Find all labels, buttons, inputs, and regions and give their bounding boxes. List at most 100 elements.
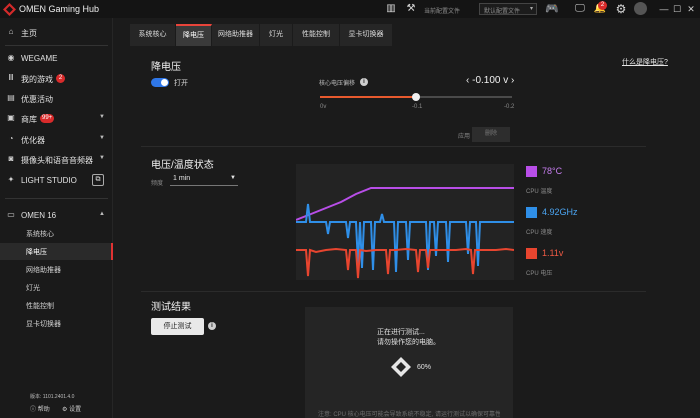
minimize-icon[interactable]: — xyxy=(657,2,671,16)
toggle-label: 打开 xyxy=(174,80,188,87)
sidebar-item-my-games[interactable]: Ⅲ 我的游戏 2 xyxy=(0,69,113,89)
cpu-voltage-value: 1.11v xyxy=(542,248,564,258)
footer-note: 注意: CPU 核心电压可能会导致系统不稳定, 请运行测试以确保可靠性。 xyxy=(318,412,500,418)
games-badge: 2 xyxy=(56,74,65,83)
offset-slider-fill xyxy=(320,96,416,98)
chevron-up-icon: ▲ xyxy=(99,211,105,217)
offset-slider-track[interactable] xyxy=(320,93,512,101)
help-icon: ⓘ xyxy=(30,407,37,413)
notification-badge: 2 xyxy=(598,1,607,10)
sub-item-label: 网络助推器 xyxy=(26,267,61,274)
monitor-icon[interactable]: 🖵 xyxy=(573,2,587,16)
sub-item-label: 系统核心 xyxy=(26,231,54,238)
settings-icon: ⚙ xyxy=(62,407,68,413)
app-title: OMEN Gaming Hub xyxy=(19,4,100,14)
sidebar-item-optimizer[interactable]: ◔ 优化器 ▼ xyxy=(0,130,113,150)
version-text: 版本: 1101.2401.4.0 xyxy=(30,394,75,400)
store-toolbar-icon[interactable]: ⚒ xyxy=(404,2,418,16)
tab-lighting[interactable]: 灯光 xyxy=(260,24,293,46)
promotion-icon: ▤ xyxy=(7,93,15,102)
tab-gpu-switch[interactable]: 显卡切换器 xyxy=(340,24,393,46)
optimizer-icon: ◔ xyxy=(8,134,14,143)
test-title: 测试结果 xyxy=(151,302,191,313)
device-name: OMEN 16 xyxy=(21,211,57,220)
avatar[interactable] xyxy=(634,2,647,15)
divider xyxy=(5,198,108,199)
help-link[interactable]: ⓘ 帮助 xyxy=(30,404,50,413)
increment-icon[interactable]: › xyxy=(511,75,514,86)
what-is-undervolt-link[interactable]: 什么是降电压? xyxy=(622,57,668,67)
sidebar-sub-undervolt[interactable]: 降电压 xyxy=(0,243,113,260)
info-icon[interactable]: i xyxy=(360,78,368,86)
cpu-temp-label: CPU 温度 xyxy=(526,189,553,195)
store-icon: ▣ xyxy=(7,113,15,122)
delete-button[interactable]: 删除 xyxy=(472,127,510,142)
freq-select[interactable]: 1 min ▼ xyxy=(170,174,238,186)
library-icon: Ⅲ xyxy=(8,73,14,82)
freq-select-value: 1 min xyxy=(173,175,191,182)
config-label: 当前配置文件 xyxy=(424,9,461,15)
sidebar-sub-gpu-switch[interactable]: 显卡切换器 xyxy=(0,315,113,332)
tab-network-booster[interactable]: 网络助推器 xyxy=(212,24,260,46)
sub-item-label: 显卡切换器 xyxy=(26,321,61,328)
camera-icon: ◙ xyxy=(8,154,14,163)
sidebar-item-store[interactable]: ▣ 商库 99+ ▼ xyxy=(0,109,113,129)
maximize-icon[interactable]: ☐ xyxy=(670,2,684,16)
do-not-operate-text: 请勿操作您的电脑。 xyxy=(377,339,440,346)
chevron-down-icon: ▾ xyxy=(529,6,533,12)
sidebar-item-label: WEGAME xyxy=(21,54,58,63)
sub-item-label: 灯光 xyxy=(26,285,40,292)
sidebar-sub-network-booster[interactable]: 网络助推器 xyxy=(0,261,113,278)
sidebar-item-camera-audio[interactable]: ◙ 摄像头和语音音频器 ▼ xyxy=(0,150,113,170)
test-progress-panel: 正在进行测试... 请勿操作您的电脑。 60% xyxy=(305,307,513,418)
sidebar-item-label: 优惠活动 xyxy=(21,95,53,104)
status-title: 电压/温度状态 xyxy=(151,160,214,171)
gamepad-icon[interactable]: 🎮 xyxy=(545,2,559,16)
cpu-voltage-label: CPU 电压 xyxy=(526,271,553,277)
legend-swatch-voltage xyxy=(526,248,537,259)
legend-swatch-temp xyxy=(526,166,537,177)
sidebar-item-light-studio[interactable]: ✦ LIGHT STUDIO ⧉ xyxy=(0,171,113,191)
divider xyxy=(5,45,108,46)
gear-icon[interactable]: ⚙ xyxy=(614,2,628,16)
sidebar-item-label: 商库 xyxy=(21,115,37,124)
sidebar-sub-performance[interactable]: 性能控制 xyxy=(0,297,113,314)
freq-label: 频度 xyxy=(151,181,164,187)
sidebar-item-label: LIGHT STUDIO xyxy=(21,176,77,185)
decrement-icon[interactable]: ‹ xyxy=(466,75,469,86)
sidebar-item-wegame[interactable]: ◉ WEGAME xyxy=(0,49,113,69)
slider-tick-max: -0.2 xyxy=(504,104,515,110)
toggle-knob xyxy=(161,79,168,86)
settings-link[interactable]: ⚙ 设置 xyxy=(62,404,81,413)
chevron-down-icon: ▼ xyxy=(99,114,105,120)
cpu-temp-value: 78°C xyxy=(542,166,563,176)
stop-test-button[interactable]: 停止测试 xyxy=(151,318,204,335)
legend-swatch-speed xyxy=(526,207,537,218)
laptop-icon: ▭ xyxy=(7,210,15,219)
undervolt-toggle[interactable] xyxy=(151,78,169,87)
sidebar-sub-lighting[interactable]: 灯光 xyxy=(0,279,113,296)
tab-undervolt[interactable]: 降电压 xyxy=(176,24,212,46)
section-divider xyxy=(141,291,646,292)
sidebar-item-home[interactable]: ⌂ 主页 xyxy=(0,23,113,43)
tab-performance[interactable]: 性能控制 xyxy=(293,24,340,46)
status-chart-svg xyxy=(295,187,515,279)
offset-stepper[interactable]: ‹ -0.100 v › xyxy=(466,75,514,86)
device-header[interactable]: ▭ OMEN 16 ▲ xyxy=(0,206,113,226)
close-icon[interactable]: ✕ xyxy=(684,2,698,16)
external-link-icon: ⧉ xyxy=(92,174,104,186)
progress-spinner-icon xyxy=(391,357,411,377)
sidebar-item-promotions[interactable]: ▤ 优惠活动 xyxy=(0,89,113,109)
info-icon[interactable]: i xyxy=(208,322,216,330)
cpu-speed-value: 4.92GHz xyxy=(542,207,578,217)
chevron-down-icon: ▼ xyxy=(99,155,105,161)
slider-tick-min: 0v xyxy=(320,104,327,110)
profile-dropdown[interactable]: 默认配置文件 ▾ xyxy=(479,3,537,15)
tab-system-core[interactable]: 系统核心 xyxy=(130,24,176,46)
sidebar-sub-system-core[interactable]: 系统核心 xyxy=(0,225,113,242)
sidebar-item-label: 我的游戏 xyxy=(21,75,53,84)
offset-slider-handle[interactable] xyxy=(412,93,420,101)
library-toolbar-icon[interactable]: ▥ xyxy=(384,2,398,16)
omen-logo-icon xyxy=(3,3,16,16)
slider-tick-mid: -0.1 xyxy=(412,104,423,110)
